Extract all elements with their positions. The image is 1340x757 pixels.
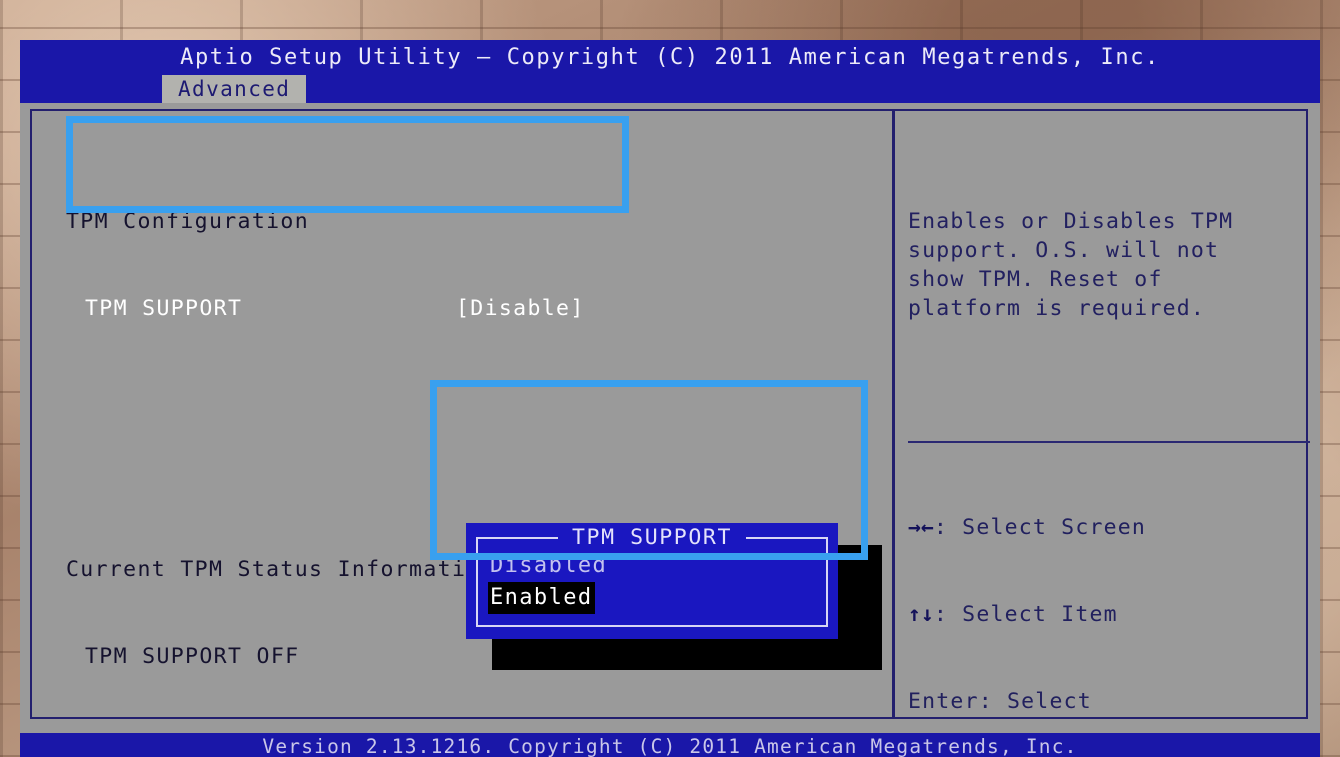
- group-title-row: TPM Configuration: [66, 207, 866, 236]
- tpm-support-label: TPM SUPPORT: [66, 294, 456, 323]
- key-legend-item: ↑↓: Select Item: [908, 600, 1318, 629]
- key-legend-label: : Select Item: [934, 602, 1118, 627]
- tpm-support-value[interactable]: [Disable]: [456, 294, 585, 323]
- popup-option-row[interactable]: Disabled: [488, 550, 818, 582]
- settings-spacer: [66, 410, 866, 468]
- setting-row-tpm-support[interactable]: TPM SUPPORT [Disable]: [66, 294, 866, 323]
- key-legend-panel: →←: Select Screen ↑↓: Select Item Enter:…: [908, 455, 1318, 757]
- key-legend-label: Enter: Select: [908, 689, 1092, 714]
- tpm-support-status: TPM SUPPORT OFF: [66, 642, 299, 671]
- key-legend-item: →←: Select Screen: [908, 513, 1318, 542]
- bios-footer: Version 2.13.1216. Copyright (C) 2011 Am…: [20, 733, 1320, 757]
- popup-option-list: Disabled Enabled: [488, 550, 818, 614]
- popup-title-text: TPM SUPPORT: [558, 525, 746, 550]
- bios-setup-screen: Aptio Setup Utility – Copyright (C) 2011…: [20, 40, 1320, 757]
- select-item-arrows-icon: ↑↓: [908, 602, 934, 627]
- panel-divider: [892, 111, 895, 717]
- select-screen-arrows-icon: →←: [908, 515, 934, 540]
- help-description-panel: Enables or Disables TPM support. O.S. wi…: [908, 149, 1308, 381]
- bios-body: TPM Configuration TPM SUPPORT [Disable] …: [20, 103, 1320, 728]
- bios-title-bar: Aptio Setup Utility – Copyright (C) 2011…: [20, 40, 1320, 75]
- option-disabled[interactable]: Disabled: [488, 550, 609, 582]
- help-separator: [908, 441, 1310, 443]
- popup-option-row[interactable]: Enabled: [488, 582, 818, 614]
- help-description-text: Enables or Disables TPM support. O.S. wi…: [908, 207, 1308, 323]
- tab-advanced[interactable]: Advanced: [162, 75, 306, 103]
- popup-title: TPM SUPPORT: [466, 525, 838, 550]
- key-legend-item: Enter: Select: [908, 687, 1318, 716]
- option-enabled[interactable]: Enabled: [488, 582, 595, 614]
- key-legend-label: : Select Screen: [934, 515, 1146, 540]
- current-tpm-status-title: Current TPM Status Information: [66, 555, 495, 584]
- bios-tab-strip: Advanced: [20, 75, 1320, 103]
- tpm-support-popup[interactable]: TPM SUPPORT Disabled Enabled: [466, 523, 838, 639]
- tpm-configuration-title: TPM Configuration: [66, 207, 456, 236]
